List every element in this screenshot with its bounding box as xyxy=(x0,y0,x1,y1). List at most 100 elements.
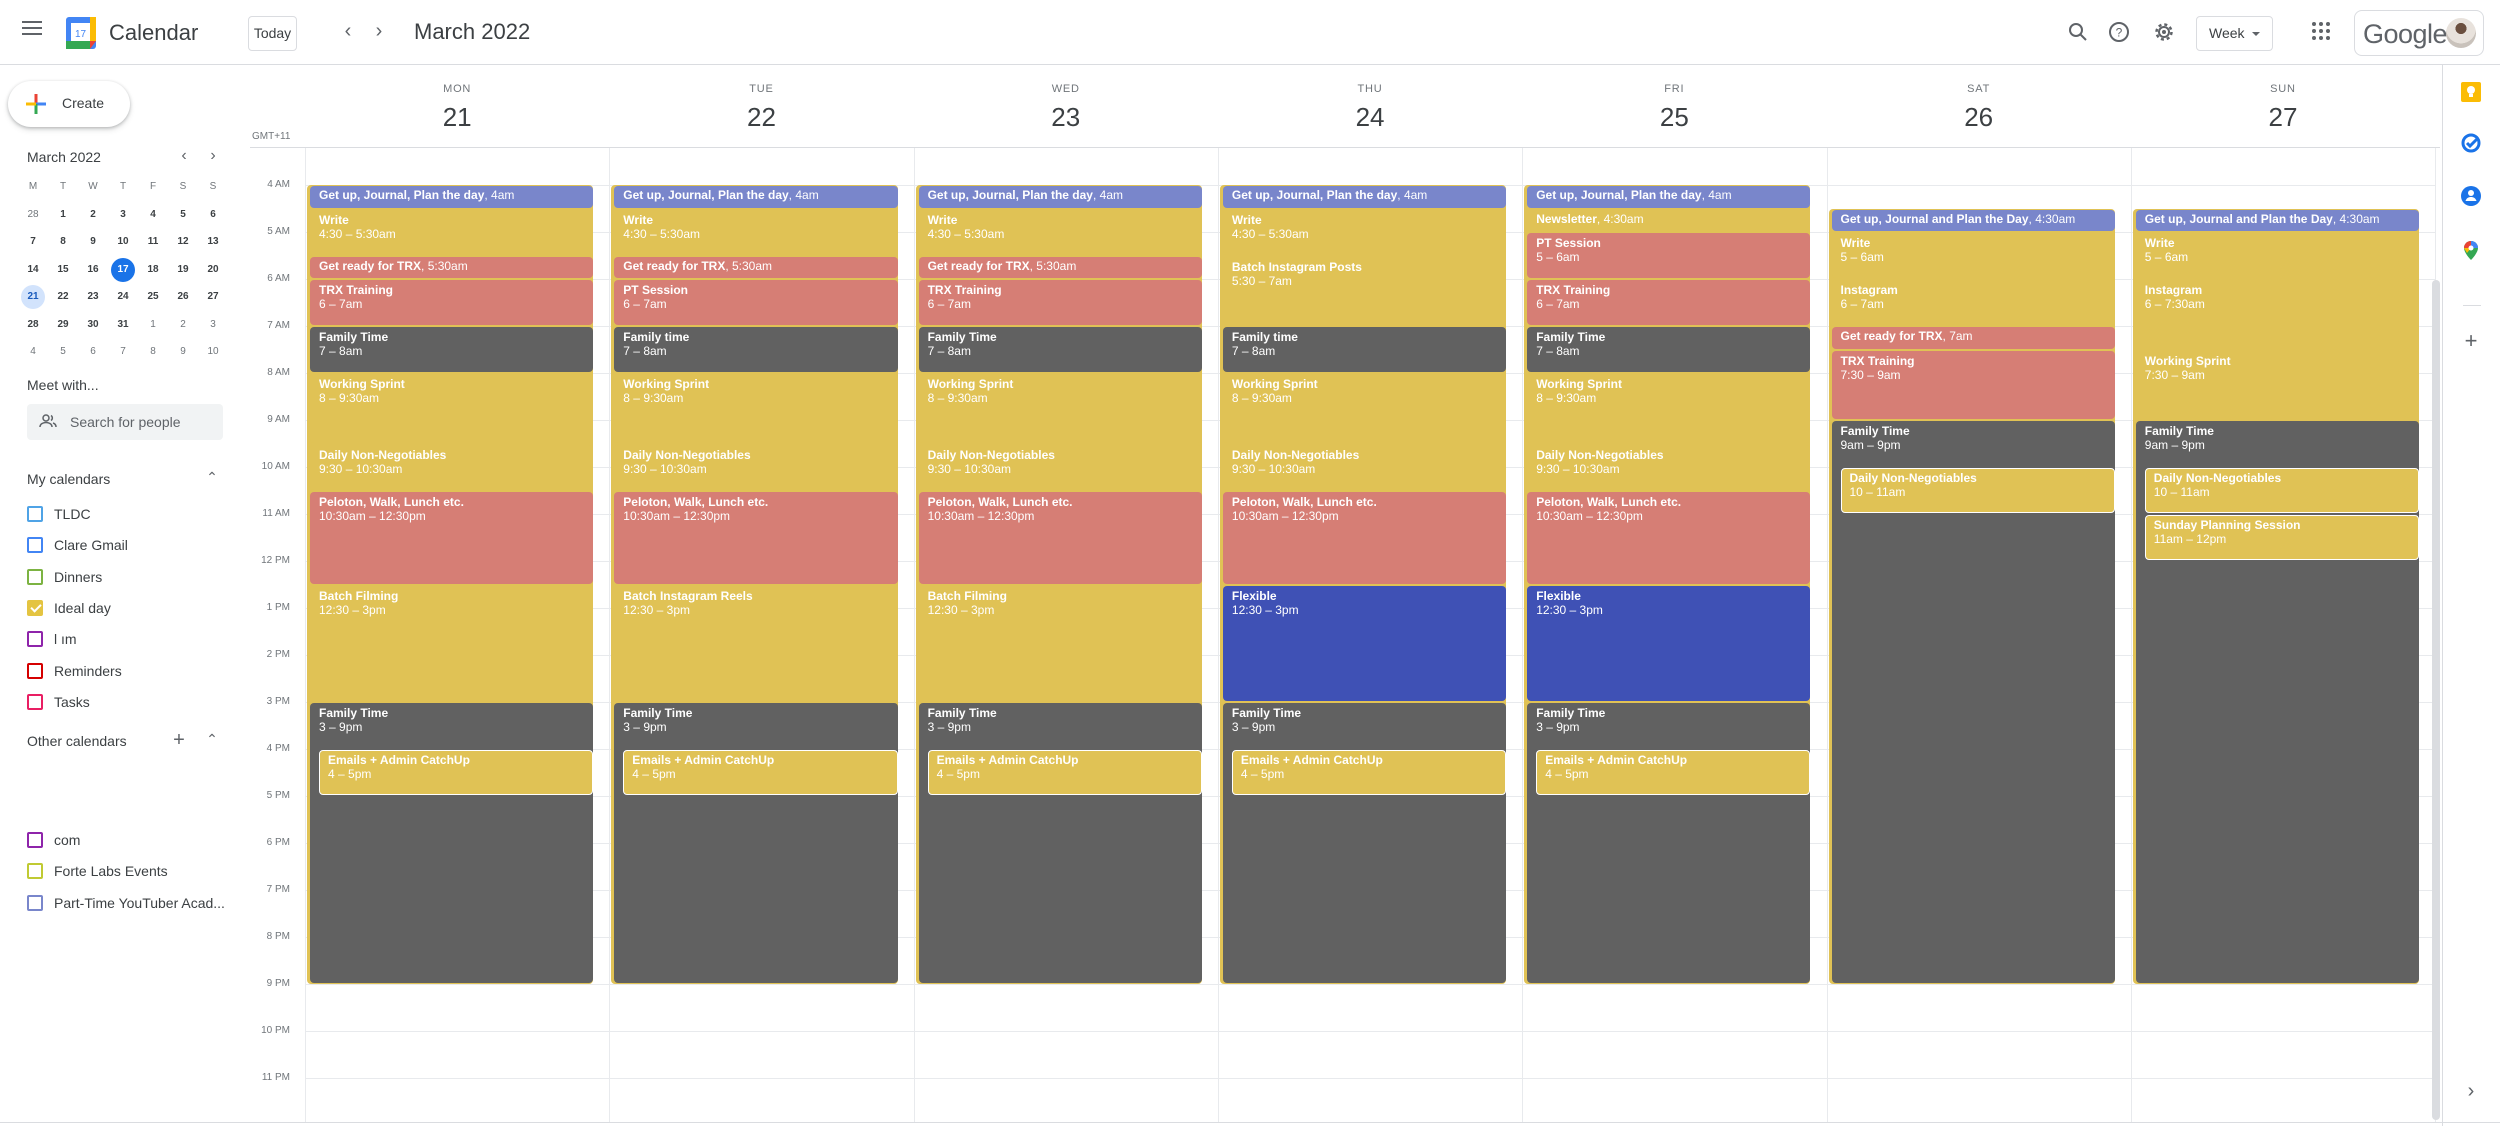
calendar-event[interactable]: Batch Instagram Posts 5:30 – 7am xyxy=(1222,256,1507,325)
calendar-checkbox[interactable] xyxy=(27,631,43,648)
calendar-event[interactable]: Get up, Journal, Plan the day, 4am xyxy=(1527,186,1811,208)
mini-calendar-day-selected[interactable]: 21 xyxy=(18,285,48,313)
previous-week-button[interactable]: ‹ xyxy=(336,20,360,44)
calendar-event[interactable]: Working Sprint 8 – 9:30am xyxy=(918,374,1202,443)
mini-calendar-day[interactable]: 4 xyxy=(18,340,48,368)
keep-icon[interactable] xyxy=(2460,81,2482,103)
calendar-list-item[interactable]: Reminders xyxy=(27,659,227,683)
calendar-event[interactable]: Working Sprint 8 – 9:30am xyxy=(614,374,898,443)
calendar-event[interactable]: Flexible 12:30 – 3pm xyxy=(1222,585,1507,701)
mini-calendar-day[interactable]: 6 xyxy=(198,203,228,231)
mini-calendar-day[interactable]: 30 xyxy=(78,313,108,341)
calendar-event[interactable]: Working Sprint 8 – 9:30am xyxy=(1527,374,1811,443)
mini-calendar-day[interactable]: 1 xyxy=(138,313,168,341)
calendar-checkbox[interactable] xyxy=(27,894,43,911)
calendar-list-item[interactable]: TLDC xyxy=(27,502,227,526)
create-button[interactable]: Create xyxy=(8,81,130,127)
mini-calendar-day[interactable]: 8 xyxy=(138,340,168,368)
calendar-event[interactable]: Family Time 3 – 9pm xyxy=(614,703,898,983)
mini-calendar-day[interactable]: 12 xyxy=(168,230,198,258)
calendar-event[interactable]: Get ready for TRX, 5:30am xyxy=(614,256,898,278)
mini-calendar-day[interactable]: 8 xyxy=(48,230,78,258)
search-icon[interactable] xyxy=(2066,20,2090,44)
settings-icon[interactable] xyxy=(2152,20,2176,44)
mini-calendar-day[interactable]: 29 xyxy=(48,313,78,341)
calendar-event[interactable]: Get up, Journal, Plan the day, 4am xyxy=(918,186,1202,208)
mini-calendar-day[interactable]: 28 xyxy=(18,203,48,231)
calendar-list-item[interactable]: Forte Labs Events xyxy=(27,859,227,883)
mini-calendar-day[interactable]: 20 xyxy=(198,258,228,286)
calendar-event[interactable]: Emails + Admin CatchUp 4 – 5pm xyxy=(927,750,1202,795)
mini-calendar-day[interactable]: 10 xyxy=(198,340,228,368)
mini-calendar-day[interactable]: 2 xyxy=(78,203,108,231)
calendar-event[interactable]: Get ready for TRX, 7am xyxy=(1831,327,2115,349)
calendar-event[interactable]: Emails + Admin CatchUp 4 – 5pm xyxy=(1231,750,1507,795)
calendar-event[interactable]: Emails + Admin CatchUp 4 – 5pm xyxy=(623,750,898,795)
calendar-event[interactable]: Daily Non-Negotiables 9:30 – 10:30am xyxy=(1527,444,1811,490)
calendar-list-item[interactable]: com xyxy=(27,828,227,852)
account-avatar[interactable] xyxy=(2446,18,2476,48)
calendar-list-item[interactable]: Clare Gmail xyxy=(27,533,227,557)
calendar-checkbox[interactable] xyxy=(27,863,43,880)
contacts-icon[interactable] xyxy=(2460,185,2482,207)
calendar-checkbox[interactable] xyxy=(27,537,43,554)
menu-icon[interactable] xyxy=(22,21,42,35)
day-number[interactable]: 25 xyxy=(1522,102,1826,133)
calendar-event[interactable]: Instagram 6 – 7:30am xyxy=(2135,280,2420,349)
today-button[interactable]: Today xyxy=(248,16,297,51)
mini-calendar-day[interactable]: 31 xyxy=(108,313,138,341)
mini-calendar-day[interactable]: 24 xyxy=(108,285,138,313)
calendar-event[interactable]: Write 5 – 6am xyxy=(1831,233,2115,278)
search-people-input[interactable]: Search for people xyxy=(27,404,223,440)
mini-calendar-day[interactable]: 16 xyxy=(78,258,108,286)
google-apps-icon[interactable] xyxy=(2312,22,2330,40)
calendar-event[interactable]: Write 4:30 – 5:30am xyxy=(310,209,594,255)
calendar-list-item[interactable]: Tasks xyxy=(27,690,227,714)
mini-calendar-day-today[interactable]: 17 xyxy=(108,257,138,286)
calendar-event[interactable]: Peloton, Walk, Lunch etc. 10:30am – 12:30… xyxy=(1222,491,1507,584)
calendar-checkbox[interactable] xyxy=(27,832,43,848)
calendar-event[interactable]: Daily Non-Negotiables 10 – 11am xyxy=(2144,468,2420,513)
mini-calendar-day[interactable]: 27 xyxy=(198,285,228,313)
mini-calendar-day[interactable]: 2 xyxy=(168,313,198,341)
calendar-event[interactable]: Family Time 7 – 8am xyxy=(918,327,1202,372)
calendar-event[interactable]: Write 4:30 – 5:30am xyxy=(1222,209,1507,255)
calendar-event[interactable]: TRX Training 6 – 7am xyxy=(1527,280,1811,325)
mini-calendar-day[interactable]: 7 xyxy=(108,340,138,368)
calendar-event[interactable]: TRX Training 6 – 7am xyxy=(918,280,1202,325)
calendar-event[interactable]: Batch Filming 12:30 – 3pm xyxy=(918,585,1202,701)
calendar-event[interactable]: Newsletter, 4:30am xyxy=(1527,209,1811,231)
mini-calendar-day[interactable]: 5 xyxy=(168,203,198,231)
calendar-event[interactable]: Flexible 12:30 – 3pm xyxy=(1527,585,1811,701)
mini-calendar-day[interactable]: 4 xyxy=(138,203,168,231)
mini-calendar-day[interactable]: 7 xyxy=(18,230,48,258)
expand-panel-icon[interactable]: › xyxy=(2460,1080,2482,1102)
day-number[interactable]: 24 xyxy=(1218,102,1522,133)
calendar-event[interactable]: TRX Training 7:30 – 9am xyxy=(1831,350,2115,419)
mini-calendar-day[interactable]: 15 xyxy=(48,258,78,286)
week-grid[interactable]: Get up, Journal, Plan the day, 4am Write 4… xyxy=(305,148,2440,1122)
calendar-event[interactable]: Get up, Journal and Plan the Day, 4:30am xyxy=(1831,209,2115,231)
calendar-event[interactable]: Peloton, Walk, Lunch etc. 10:30am – 12:30… xyxy=(614,491,898,584)
calendar-checkbox[interactable] xyxy=(27,506,43,522)
day-number[interactable]: 21 xyxy=(305,102,609,133)
calendar-event[interactable]: Working Sprint 7:30 – 9am xyxy=(2135,350,2420,419)
calendar-event[interactable]: Get up, Journal and Plan the Day, 4:30am xyxy=(2135,209,2420,231)
mini-calendar-day[interactable]: 3 xyxy=(108,203,138,231)
day-number[interactable]: 23 xyxy=(914,102,1218,133)
calendar-event[interactable]: Sunday Planning Session 11am – 12pm xyxy=(2144,515,2420,560)
add-addon-icon[interactable]: + xyxy=(2460,330,2482,352)
mini-calendar-day[interactable]: 6 xyxy=(78,340,108,368)
calendar-event[interactable]: Family Time 3 – 9pm xyxy=(1222,703,1507,983)
calendar-event[interactable]: Get up, Journal, Plan the day, 4am xyxy=(310,186,594,208)
calendar-list-item[interactable]: Ideal day xyxy=(27,596,227,620)
next-week-button[interactable]: › xyxy=(367,20,391,44)
day-number[interactable]: 26 xyxy=(1827,102,2131,133)
calendar-event[interactable]: Daily Non-Negotiables 9:30 – 10:30am xyxy=(310,444,594,490)
calendar-event[interactable]: Batch Instagram Reels 12:30 – 3pm xyxy=(614,585,898,701)
calendar-event[interactable]: Instagram 6 – 7am xyxy=(1831,280,2115,325)
calendar-checkbox[interactable] xyxy=(27,693,43,710)
calendar-event[interactable]: Peloton, Walk, Lunch etc. 10:30am – 12:30… xyxy=(310,491,594,584)
calendar-event[interactable]: Write 4:30 – 5:30am xyxy=(918,209,1202,255)
mini-calendar-day[interactable]: 14 xyxy=(18,258,48,286)
